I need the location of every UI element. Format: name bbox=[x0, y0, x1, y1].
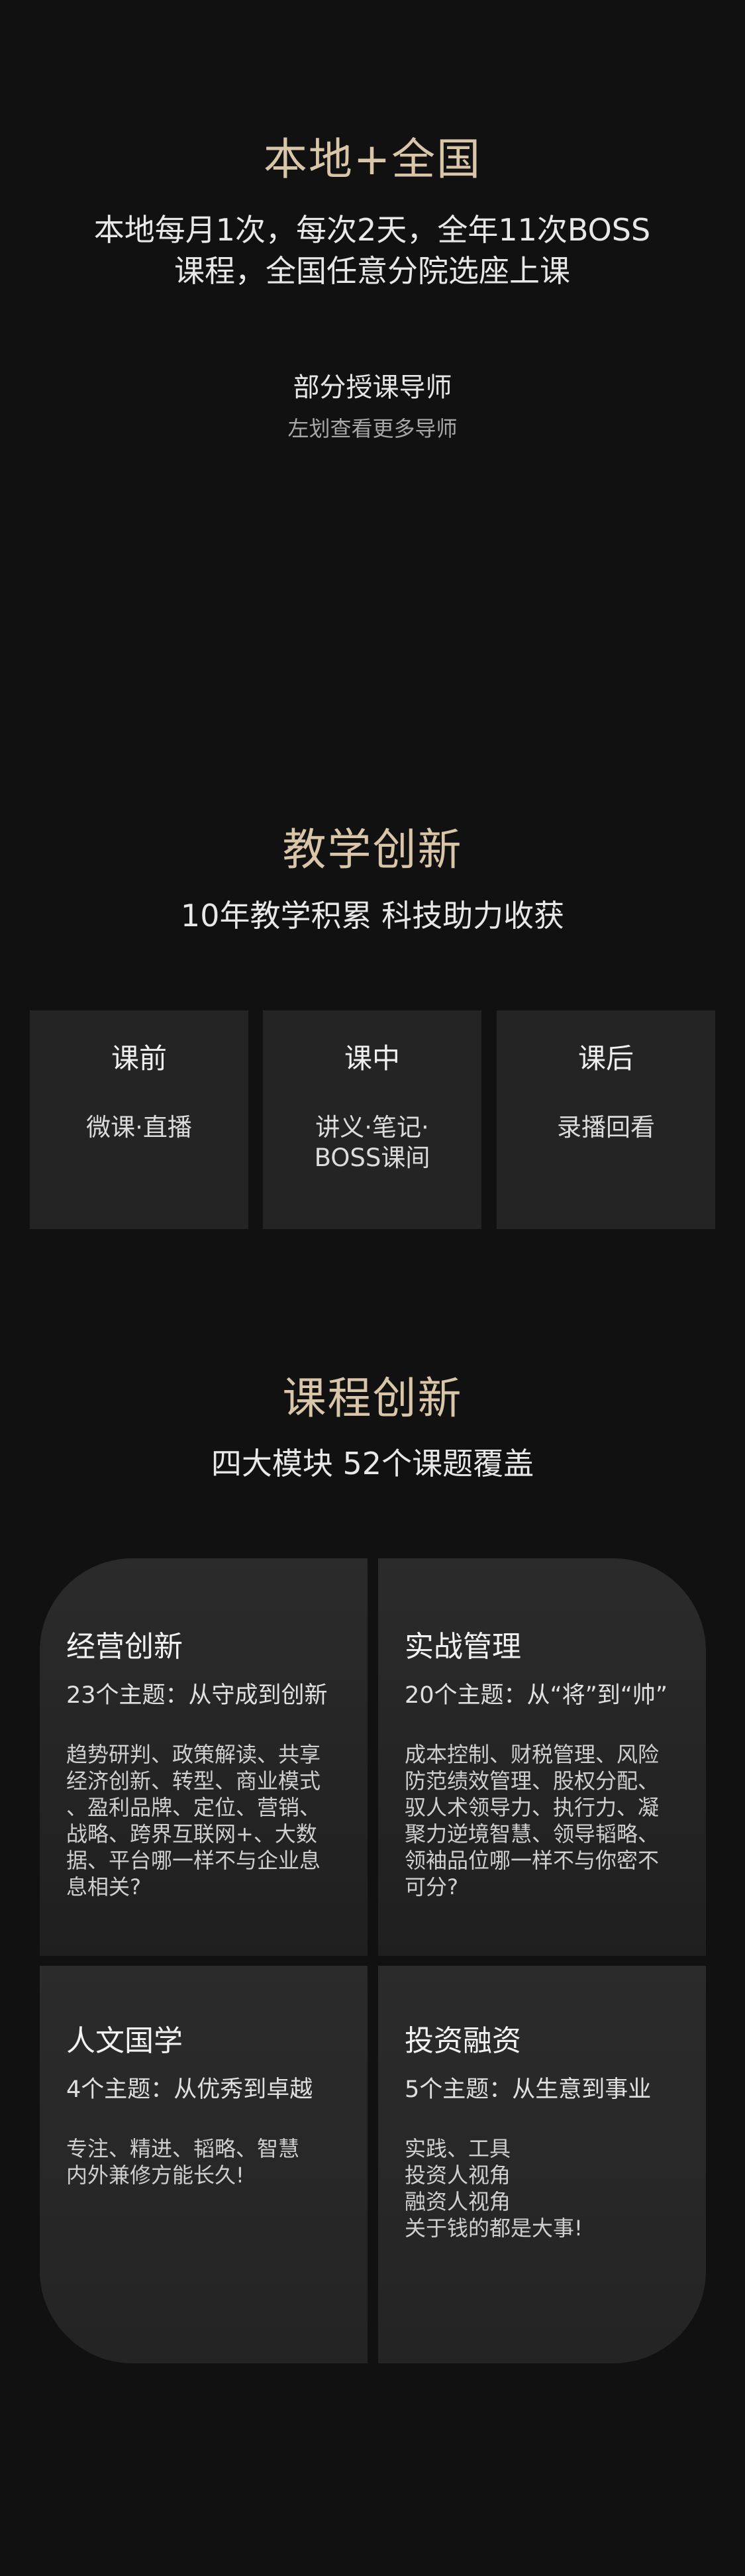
desc-line: 驭人术领导力、执行力、凝 bbox=[405, 1795, 660, 1820]
card-title: 课中 bbox=[344, 1042, 400, 1075]
desc-line: 、盈利品牌、定位、营销、 bbox=[66, 1795, 321, 1820]
desc-line: 领袖品位哪一样不与你密不 bbox=[405, 1848, 660, 1873]
module-investment-financing: 投资融资 5个主题：从生意到事业 实践、工具 投资人视角 融资人视角 关于钱的都… bbox=[378, 1966, 706, 2363]
module-topics: 5个主题：从生意到事业 bbox=[405, 2076, 652, 2103]
module-title: 实战管理 bbox=[405, 1630, 521, 1664]
teaching-innovation-subtitle: 10年教学积累 科技助力收获 bbox=[180, 898, 565, 934]
card-title: 课前 bbox=[111, 1042, 167, 1075]
subtitle-line-1: 本地每月1次，每次2天，全年11次BOSS bbox=[93, 212, 651, 248]
module-title: 人文国学 bbox=[66, 2024, 183, 2058]
card-desc: 录播回看 bbox=[497, 1112, 715, 1143]
teaching-cards: 课前 微课·直播 课中 讲义·笔记· BOSS课间 课后 录播回看 bbox=[30, 1010, 715, 1229]
module-desc: 成本控制、财税管理、风险 防范绩效管理、股权分配、 驭人术领导力、执行力、凝 聚… bbox=[405, 1741, 679, 1900]
module-topics: 4个主题：从优秀到卓越 bbox=[66, 2076, 313, 2103]
card-title: 课后 bbox=[577, 1042, 634, 1075]
desc-line: 趋势研判、政策解读、共享 bbox=[66, 1742, 321, 1767]
desc-line: 聚力逆境智慧、领导韬略、 bbox=[405, 1821, 660, 1847]
desc-line: 内外兼修方能长久! bbox=[66, 2163, 244, 2188]
desc-line: 战略、跨界互联网+、大数 bbox=[66, 1821, 317, 1847]
desc-line: 防范绩效管理、股权分配、 bbox=[405, 1768, 660, 1794]
card-in-class: 课中 讲义·笔记· BOSS课间 bbox=[263, 1010, 481, 1229]
desc-line: 息相关? bbox=[66, 1874, 141, 1900]
desc-line: 据、平台哪一样不与企业息 bbox=[66, 1848, 321, 1873]
card-desc-line: 录播回看 bbox=[557, 1113, 655, 1142]
card-before-class: 课前 微课·直播 bbox=[30, 1010, 248, 1229]
module-title: 经营创新 bbox=[66, 1630, 183, 1664]
card-desc-line: BOSS课间 bbox=[314, 1144, 430, 1172]
module-grid: 经营创新 23个主题：从守成到创新 趋势研判、政策解读、共享 经济创新、转型、商… bbox=[40, 1558, 706, 2363]
course-innovation-subtitle: 四大模块 52个课题覆盖 bbox=[211, 1446, 534, 1481]
card-after-class: 课后 录播回看 bbox=[497, 1010, 715, 1229]
desc-line: 成本控制、财税管理、风险 bbox=[405, 1742, 660, 1767]
module-topics: 20个主题：从“将”到“帅” bbox=[405, 1682, 668, 1709]
module-desc: 实践、工具 投资人视角 融资人视角 关于钱的都是大事! bbox=[405, 2135, 679, 2241]
module-desc: 专注、精进、韬略、智慧 内外兼修方能长久! bbox=[66, 2135, 341, 2188]
desc-line: 经济创新、转型、商业模式 bbox=[66, 1768, 321, 1794]
desc-line: 可分? bbox=[405, 1874, 458, 1900]
module-business-innovation: 经营创新 23个主题：从守成到创新 趋势研判、政策解读、共享 经济创新、转型、商… bbox=[40, 1558, 368, 1956]
module-topics: 23个主题：从守成到创新 bbox=[66, 1682, 328, 1709]
desc-line: 关于钱的都是大事! bbox=[405, 2216, 583, 2241]
desc-line: 融资人视角 bbox=[405, 2189, 511, 2214]
module-practical-management: 实战管理 20个主题：从“将”到“帅” 成本控制、财税管理、风险 防范绩效管理、… bbox=[378, 1558, 706, 1956]
module-title: 投资融资 bbox=[405, 2024, 521, 2058]
teachers-label: 部分授课导师 bbox=[293, 372, 452, 403]
teaching-innovation-title: 教学创新 bbox=[282, 824, 463, 875]
card-desc: 微课·直播 bbox=[30, 1112, 248, 1143]
card-desc-line: 微课·直播 bbox=[86, 1113, 192, 1142]
swipe-hint: 左划查看更多导师 bbox=[287, 416, 458, 441]
card-desc-line: 讲义·笔记· bbox=[315, 1113, 429, 1142]
desc-line: 实践、工具 bbox=[405, 2136, 511, 2161]
module-desc: 趋势研判、政策解读、共享 经济创新、转型、商业模式 、盈利品牌、定位、营销、 战… bbox=[66, 1741, 341, 1900]
course-innovation-title: 课程创新 bbox=[282, 1373, 463, 1424]
subtitle-line-2: 课程，全国任意分院选座上课 bbox=[174, 253, 570, 289]
desc-line: 专注、精进、韬略、智慧 bbox=[66, 2136, 300, 2161]
local-national-title: 本地+全国 bbox=[263, 134, 482, 185]
desc-line: 投资人视角 bbox=[405, 2163, 511, 2188]
module-humanities: 人文国学 4个主题：从优秀到卓越 专注、精进、韬略、智慧 内外兼修方能长久! bbox=[40, 1966, 368, 2363]
card-desc: 讲义·笔记· BOSS课间 bbox=[263, 1112, 481, 1173]
local-national-subtitle: 本地每月1次，每次2天，全年11次BOSS 课程，全国任意分院选座上课 bbox=[74, 209, 670, 292]
